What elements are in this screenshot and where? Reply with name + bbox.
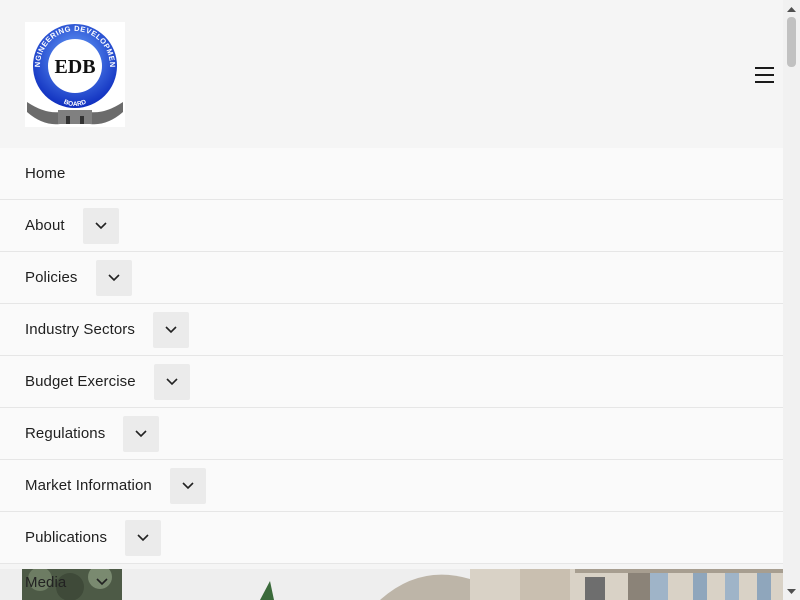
- submenu-toggle-button[interactable]: [153, 363, 190, 400]
- submenu-toggle-button[interactable]: [125, 519, 162, 556]
- nav-item-home[interactable]: Home: [0, 148, 783, 200]
- nav-item-label[interactable]: Media: [25, 574, 66, 591]
- chevron-down-icon: [95, 221, 107, 229]
- nav-item-label[interactable]: Home: [25, 165, 65, 182]
- site-logo[interactable]: ENGINEERING DEVELOPMENT BOARD EDB: [22, 15, 125, 127]
- submenu-toggle-button[interactable]: [95, 259, 132, 296]
- chevron-down-icon: [165, 325, 177, 333]
- scroll-down-arrow-icon[interactable]: [783, 583, 800, 600]
- submenu-toggle-button[interactable]: [82, 207, 119, 244]
- nav-item-label[interactable]: Regulations: [25, 425, 105, 442]
- nav-item-market-information[interactable]: Market Information: [0, 460, 783, 512]
- nav-item-label[interactable]: Market Information: [25, 477, 152, 494]
- logo-abbreviation: EDB: [54, 56, 95, 78]
- mobile-nav-menu: Home About Policies Industry Sectors Bud…: [0, 148, 783, 564]
- submenu-toggle-button[interactable]: [84, 564, 120, 600]
- nav-item-label[interactable]: Policies: [25, 269, 78, 286]
- edb-logo-emblem: ENGINEERING DEVELOPMENT BOARD EDB: [22, 15, 123, 125]
- submenu-toggle-button[interactable]: [169, 467, 206, 504]
- nav-item-about[interactable]: About: [0, 200, 783, 252]
- chevron-down-icon: [135, 429, 147, 437]
- page: ENGINEERING DEVELOPMENT BOARD EDB Home A…: [0, 0, 783, 600]
- nav-item-label[interactable]: Publications: [25, 529, 107, 546]
- nav-item-label[interactable]: Budget Exercise: [25, 373, 136, 390]
- nav-item-publications[interactable]: Publications: [0, 512, 783, 564]
- submenu-toggle-button[interactable]: [123, 415, 160, 452]
- chevron-down-icon: [137, 533, 149, 541]
- nav-item-policies[interactable]: Policies: [0, 252, 783, 304]
- chevron-down-icon: [96, 578, 108, 586]
- nav-item-label[interactable]: About: [25, 217, 65, 234]
- nav-item-label[interactable]: Industry Sectors: [25, 321, 135, 338]
- chevron-down-icon: [166, 377, 178, 385]
- nav-item-budget-exercise[interactable]: Budget Exercise: [0, 356, 783, 408]
- submenu-toggle-button[interactable]: [152, 311, 189, 348]
- chevron-down-icon: [182, 481, 194, 489]
- site-header: ENGINEERING DEVELOPMENT BOARD EDB: [0, 0, 783, 148]
- hamburger-icon[interactable]: [752, 64, 778, 86]
- nav-item-media[interactable]: Media: [0, 564, 783, 600]
- nav-item-industry-sectors[interactable]: Industry Sectors: [0, 304, 783, 356]
- scroll-up-arrow-icon[interactable]: [783, 0, 800, 17]
- nav-item-regulations[interactable]: Regulations: [0, 408, 783, 460]
- vertical-scrollbar[interactable]: [783, 0, 800, 600]
- chevron-down-icon: [107, 273, 120, 281]
- scrollbar-thumb[interactable]: [787, 17, 796, 67]
